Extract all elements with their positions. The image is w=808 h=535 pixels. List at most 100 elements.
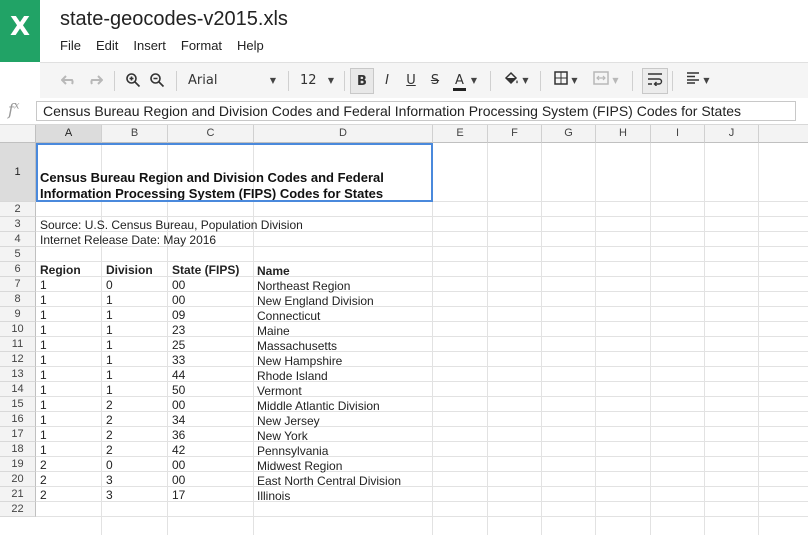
column-header-e[interactable]: E xyxy=(433,125,488,143)
cell-state[interactable]: 25 xyxy=(172,338,185,352)
cell-name[interactable]: New Jersey xyxy=(257,414,320,428)
cell-division[interactable]: 2 xyxy=(106,443,113,457)
cell-region[interactable]: 1 xyxy=(40,338,47,352)
cell-name[interactable]: Middle Atlantic Division xyxy=(257,399,380,413)
cell-name[interactable]: East North Central Division xyxy=(257,474,401,488)
row-header[interactable]: 16 xyxy=(0,412,36,427)
cell-region[interactable]: 2 xyxy=(40,473,47,487)
select-all-corner[interactable] xyxy=(0,125,36,143)
cell-state[interactable]: 50 xyxy=(172,383,185,397)
cell-name[interactable]: Rhode Island xyxy=(257,369,328,383)
row-header[interactable]: 22 xyxy=(0,502,36,517)
borders-button[interactable]: ▼ xyxy=(548,68,584,92)
cell-region[interactable]: 1 xyxy=(40,413,47,427)
cell-region[interactable]: 1 xyxy=(40,323,47,337)
cell-name[interactable]: Maine xyxy=(257,324,290,338)
cell-state[interactable]: 00 xyxy=(172,398,185,412)
wrap-text-button[interactable] xyxy=(642,68,668,94)
cell-division[interactable]: 1 xyxy=(106,383,113,397)
cell-state[interactable]: 44 xyxy=(172,368,185,382)
zoom-in-icon[interactable] xyxy=(122,68,144,92)
cell-region[interactable]: 1 xyxy=(40,293,47,307)
cell-state[interactable]: 23 xyxy=(172,323,185,337)
row-header[interactable]: 13 xyxy=(0,367,36,382)
row-header[interactable]: 2 xyxy=(0,202,36,217)
cell-state[interactable]: 36 xyxy=(172,428,185,442)
cell-state[interactable]: 33 xyxy=(172,353,185,367)
underline-button[interactable]: U xyxy=(400,68,422,92)
cell-division[interactable]: 1 xyxy=(106,293,113,307)
cell-region[interactable]: 1 xyxy=(40,353,47,367)
strikethrough-button[interactable]: S xyxy=(424,68,446,92)
column-header-b[interactable]: B xyxy=(102,125,168,143)
row-header[interactable]: 17 xyxy=(0,427,36,442)
cell-name[interactable]: Vermont xyxy=(257,384,302,398)
source-note[interactable]: Source: U.S. Census Bureau, Population D… xyxy=(40,218,303,232)
row-header[interactable]: 18 xyxy=(0,442,36,457)
cell-region[interactable]: 2 xyxy=(40,458,47,472)
cell-region[interactable]: 2 xyxy=(40,488,47,502)
menu-file[interactable]: File xyxy=(60,38,81,53)
cell-name[interactable]: New Hampshire xyxy=(257,354,342,368)
cell-division[interactable]: 2 xyxy=(106,428,113,442)
cell-division[interactable]: 3 xyxy=(106,488,113,502)
row-header[interactable]: 12 xyxy=(0,352,36,367)
cell-name[interactable]: Northeast Region xyxy=(257,279,350,293)
row-header[interactable]: 15 xyxy=(0,397,36,412)
cell-region[interactable]: 1 xyxy=(40,278,47,292)
header-state-fips[interactable]: State (FIPS) xyxy=(172,263,239,277)
cell-region[interactable]: 1 xyxy=(40,428,47,442)
cell-name[interactable]: New England Division xyxy=(257,294,374,308)
column-header-g[interactable]: G xyxy=(542,125,596,143)
text-color-button[interactable]: A ▼ xyxy=(448,68,484,92)
cell-region[interactable]: 1 xyxy=(40,368,47,382)
release-date-note[interactable]: Internet Release Date: May 2016 xyxy=(40,233,216,247)
merge-cells-button[interactable]: ▼ xyxy=(588,68,624,92)
cell-region[interactable]: 1 xyxy=(40,398,47,412)
row-header[interactable]: 11 xyxy=(0,337,36,352)
header-division[interactable]: Division xyxy=(106,263,153,277)
cell-name[interactable]: Massachusetts xyxy=(257,339,337,353)
row-header[interactable]: 10 xyxy=(0,322,36,337)
column-header-i[interactable]: I xyxy=(651,125,705,143)
italic-button[interactable]: I xyxy=(376,68,398,92)
font-family-select[interactable]: Arial ▼ xyxy=(184,68,280,92)
cell-name[interactable]: Connecticut xyxy=(257,309,320,323)
cell-state[interactable]: 09 xyxy=(172,308,185,322)
column-header-c[interactable]: C xyxy=(168,125,254,143)
fill-color-button[interactable]: ▼ xyxy=(498,68,534,92)
cell-division[interactable]: 1 xyxy=(106,338,113,352)
column-header-j[interactable]: J xyxy=(705,125,759,143)
bold-button[interactable]: B xyxy=(350,68,374,94)
row-header[interactable]: 20 xyxy=(0,472,36,487)
row-header[interactable]: 21 xyxy=(0,487,36,502)
column-header-h[interactable]: H xyxy=(596,125,651,143)
cell-state[interactable]: 42 xyxy=(172,443,185,457)
align-button[interactable]: ▼ xyxy=(680,68,716,92)
row-header[interactable]: 7 xyxy=(0,277,36,292)
menu-help[interactable]: Help xyxy=(237,38,264,53)
font-size-select[interactable]: 12 ▼ xyxy=(296,68,338,92)
column-header-f[interactable]: F xyxy=(488,125,542,143)
row-header[interactable]: 3 xyxy=(0,217,36,232)
cell-name[interactable]: Illinois xyxy=(257,489,290,503)
cell-state[interactable]: 34 xyxy=(172,413,185,427)
row-header[interactable]: 14 xyxy=(0,382,36,397)
document-title[interactable]: state-geocodes-v2015.xls xyxy=(60,8,288,31)
cell-state[interactable]: 00 xyxy=(172,293,185,307)
formula-input[interactable]: Census Bureau Region and Division Codes … xyxy=(36,101,796,121)
row-header[interactable]: 8 xyxy=(0,292,36,307)
sheets-logo[interactable]: X xyxy=(0,0,40,62)
menu-insert[interactable]: Insert xyxy=(133,38,166,53)
row-header[interactable]: 4 xyxy=(0,232,36,247)
row-header[interactable]: 19 xyxy=(0,457,36,472)
zoom-out-icon[interactable] xyxy=(146,68,168,92)
cell-division[interactable]: 2 xyxy=(106,413,113,427)
header-name[interactable]: Name xyxy=(257,264,290,278)
cell-division[interactable]: 1 xyxy=(106,368,113,382)
cell-division[interactable]: 2 xyxy=(106,398,113,412)
row-header[interactable]: 5 xyxy=(0,247,36,262)
cell-division[interactable]: 0 xyxy=(106,458,113,472)
row-header[interactable]: 6 xyxy=(0,262,36,277)
cell-division[interactable]: 0 xyxy=(106,278,113,292)
